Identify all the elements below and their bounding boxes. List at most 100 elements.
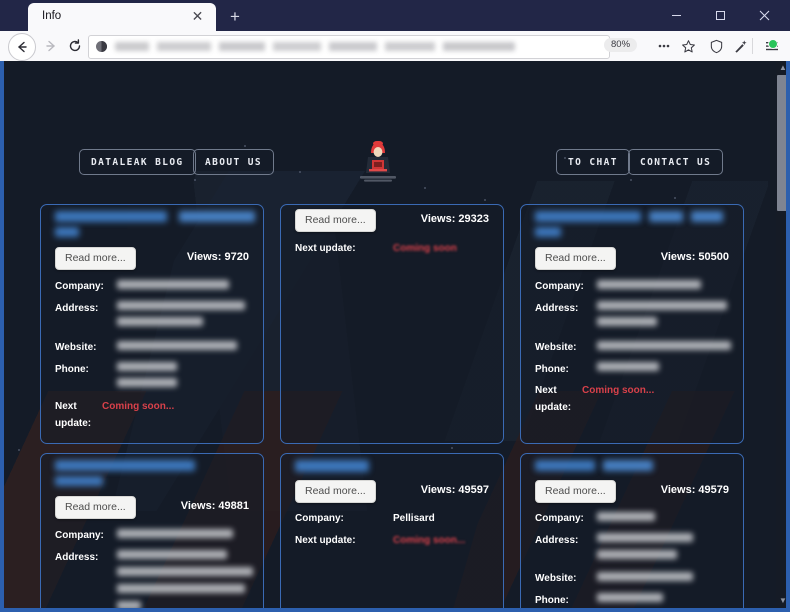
next-update-label: Next update: [295,535,356,546]
site-identity-icon[interactable] [95,40,108,53]
card-title-redacted [55,476,103,486]
next-update-value: Coming soon [393,243,457,254]
card-title-redacted [295,460,369,472]
leak-card[interactable]: Read more... Views: 9720 Company: Addres… [40,204,264,444]
card-title-redacted [603,460,653,471]
maximize-icon[interactable] [698,0,742,31]
browser-toolbar: 80% [0,31,790,62]
card-title-redacted [535,227,561,237]
leak-card[interactable]: Read more... Views: 49579 Company: Addre… [520,453,744,608]
company-value-redacted [597,512,655,521]
next-update-value: Coming soon... [393,535,466,546]
page-viewport: DATALEAK BLOG ABOUT US TO CHAT CONTACT U… [4,61,782,608]
company-value-redacted [117,529,233,538]
url-input[interactable] [88,35,610,59]
address-label: Address: [535,303,579,314]
phone-value-redacted [117,378,177,387]
next-update-value: Coming soon... [582,385,655,396]
nav-dataleak-blog[interactable]: DATALEAK BLOG [79,149,196,175]
company-label: Company: [55,281,104,292]
star-icon[interactable] [676,35,700,57]
back-arrow-icon[interactable] [8,33,36,61]
read-more-button[interactable]: Read more... [295,480,376,503]
address-value-redacted [597,317,657,326]
address-value-redacted [117,550,227,559]
next-update-label: Next [55,401,77,412]
leak-card[interactable]: Read more... Views: 50500 Company: Addre… [520,204,744,444]
address-value-redacted [597,301,727,310]
read-more-button[interactable]: Read more... [295,209,376,232]
company-label: Company: [55,530,104,541]
read-more-button[interactable]: Read more... [55,496,136,519]
tab-title: Info [42,10,62,22]
nav-about-us[interactable]: ABOUT US [193,149,274,175]
website-label: Website: [535,573,577,584]
company-value: Pellisard [393,513,435,524]
read-more-button[interactable]: Read more... [55,247,136,270]
read-more-button[interactable]: Read more... [535,247,616,270]
phone-label: Phone: [535,364,569,375]
company-label: Company: [295,513,344,524]
company-label: Company: [535,513,584,524]
views-count: Views: 49881 [180,500,249,512]
next-update-label: update: [55,418,92,429]
wand-icon[interactable] [728,35,752,57]
window-frame-right [786,61,790,612]
minimize-icon[interactable] [654,0,698,31]
update-available-badge [768,39,778,49]
address-label: Address: [55,303,99,314]
card-title-redacted [535,211,641,222]
ransomware-leak-site: DATALEAK BLOG ABOUT US TO CHAT CONTACT U… [4,61,768,608]
card-title-redacted [55,460,195,471]
next-update-label: update: [535,402,572,413]
ellipsis-icon[interactable] [652,35,676,57]
website-label: Website: [535,342,577,353]
address-label: Address: [535,535,579,546]
address-value-redacted [117,317,203,326]
window-controls [654,0,786,31]
next-update-label: Next [535,385,557,396]
browser-tab[interactable]: Info ✕ [28,3,216,31]
window-frame-left [0,61,4,612]
views-count: Views: 49579 [660,484,729,496]
address-value-redacted [117,567,253,576]
website-value-redacted[interactable] [597,341,731,350]
company-value-redacted [117,280,229,289]
phone-value-redacted [117,362,177,371]
zoom-level-badge[interactable]: 80% [604,38,638,52]
phone-value-redacted [597,593,663,602]
leak-card[interactable]: Read more... Views: 49597 Company: Pelli… [280,453,504,608]
plus-icon[interactable]: + [223,5,247,29]
reload-icon[interactable] [64,35,86,57]
company-value-redacted [597,280,701,289]
address-label: Address: [55,552,99,563]
address-value-redacted [117,601,141,608]
company-label: Company: [535,281,584,292]
title-bar: Info ✕ + [0,0,790,31]
close-icon[interactable] [742,0,786,31]
website-value-redacted[interactable] [597,572,693,581]
address-value-redacted [597,550,677,559]
phone-label: Phone: [535,595,569,606]
views-count: Views: 9720 [186,251,249,263]
card-title-redacted [535,460,595,471]
shield-icon[interactable] [704,35,728,57]
nav-to-chat[interactable]: TO CHAT [556,149,630,175]
close-icon[interactable]: ✕ [189,8,206,25]
address-value-redacted [597,533,693,542]
card-title-redacted [691,211,723,222]
card-title-redacted [179,211,255,222]
toolbar-divider [752,38,753,54]
address-value-redacted [117,584,245,593]
leak-card[interactable]: Read more... Views: 49881 Company: Addre… [40,453,264,608]
url-text-redacted [115,42,515,51]
read-more-button[interactable]: Read more... [535,480,616,503]
hamburger-menu-icon[interactable] [760,35,784,57]
website-value-redacted[interactable] [117,341,237,350]
nav-contact-us[interactable]: CONTACT US [628,149,724,175]
address-value-redacted [117,301,245,310]
leak-card[interactable]: Read more... Views: 29323 Next update: C… [280,204,504,444]
views-count: Views: 50500 [660,251,729,263]
views-count: Views: 29323 [420,213,489,225]
browser-window: Info ✕ + 80% DATALEAK BLOG ABOUT US TO C… [0,0,790,612]
